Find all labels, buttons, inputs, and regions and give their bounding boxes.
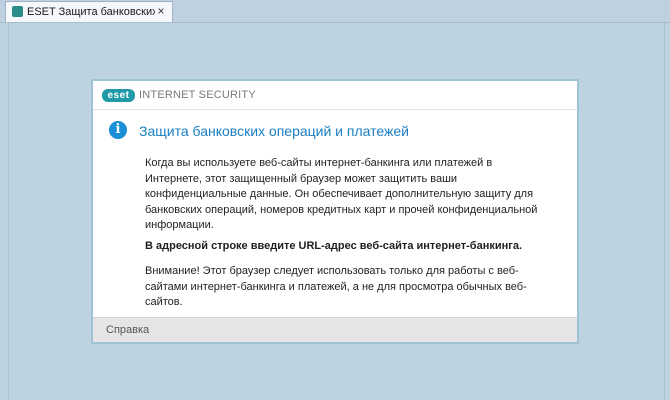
close-icon[interactable]: ×: [155, 4, 167, 18]
dialog-header: eset INTERNET SECURITY: [93, 81, 577, 110]
browser-tab[interactable]: ESET Защита банковских ... ×: [5, 1, 173, 22]
instruction-paragraph: В адресной строке введите URL-адрес веб-…: [145, 240, 523, 252]
info-icon: i: [109, 121, 127, 139]
description-paragraph: Когда вы используете веб-сайты интернет-…: [145, 157, 538, 231]
dialog-title: Защита банковских операций и платежей: [139, 123, 409, 139]
product-name: INTERNET SECURITY: [139, 89, 256, 101]
info-dialog: eset INTERNET SECURITY i Защита банковск…: [91, 79, 579, 344]
tab-strip: ESET Защита банковских ... ×: [0, 0, 670, 23]
tab-title: ESET Защита банковских ...: [27, 6, 155, 18]
eset-tab-icon: [12, 6, 23, 17]
dialog-footer: Справка: [93, 317, 577, 342]
warning-paragraph: Внимание! Этот браузер следует использов…: [145, 265, 527, 308]
help-link[interactable]: Справка: [106, 324, 149, 336]
eset-logo: eset: [102, 89, 135, 102]
